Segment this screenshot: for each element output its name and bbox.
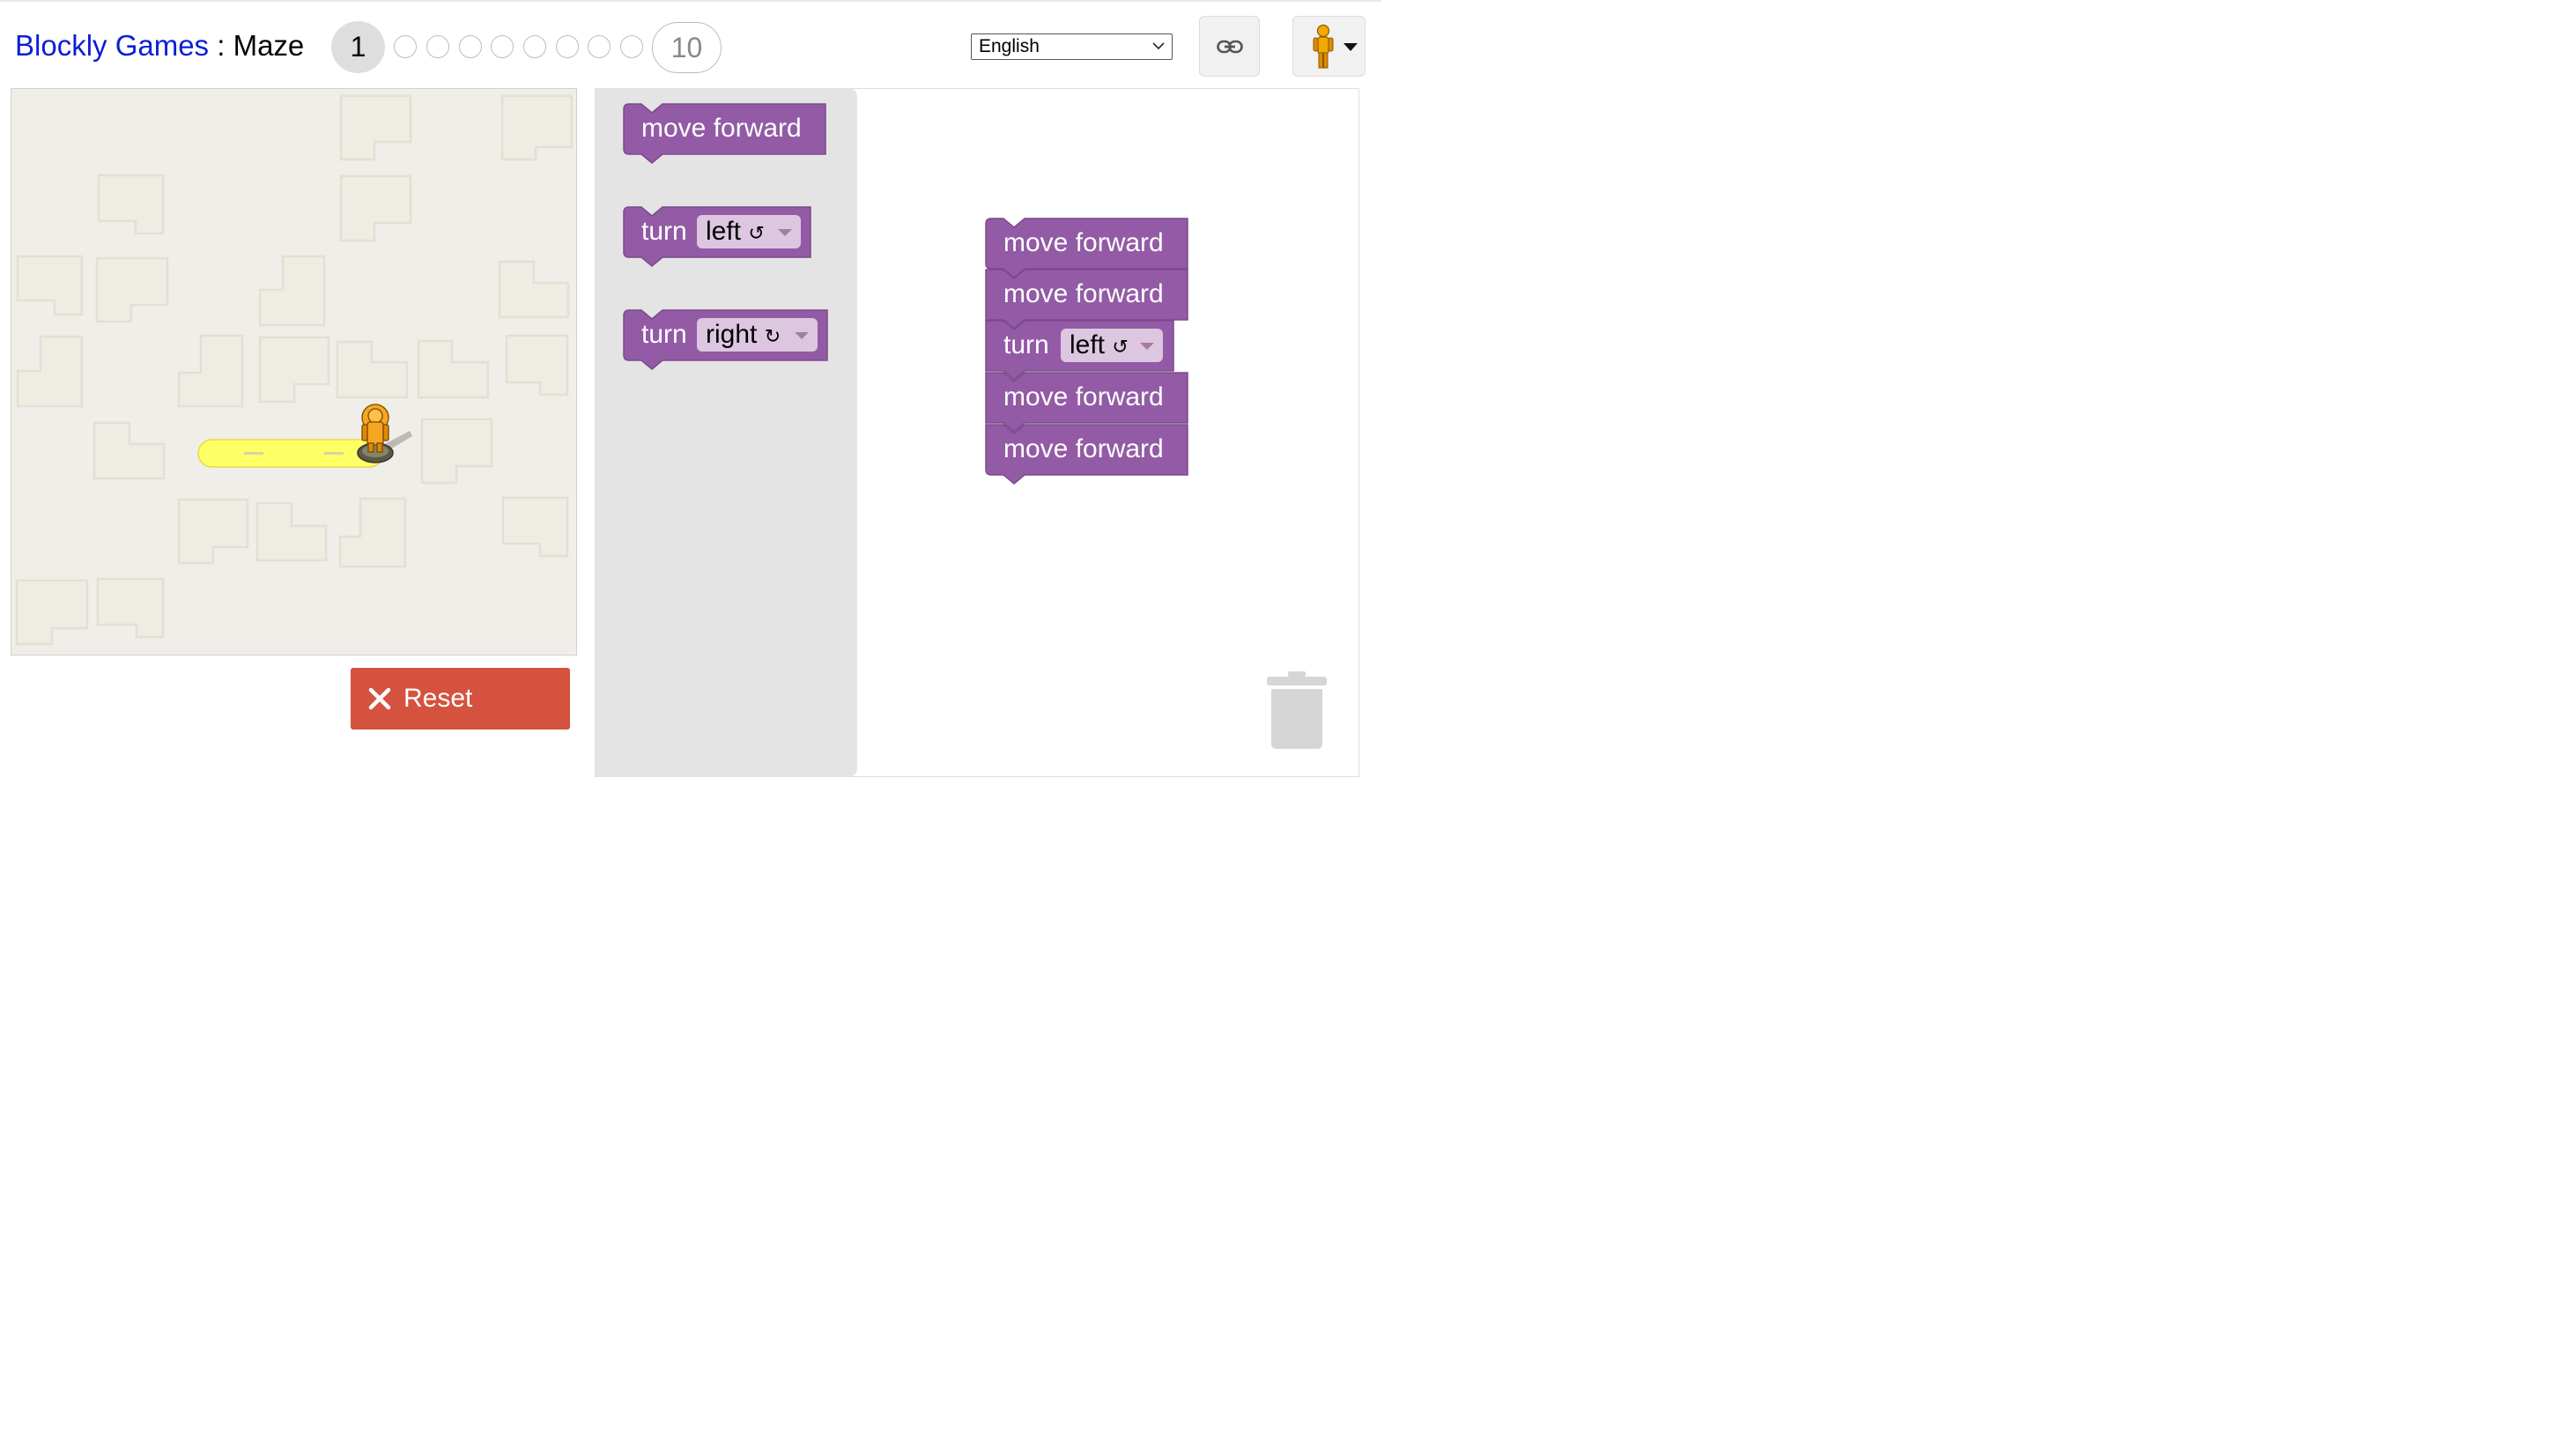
level-3-button[interactable]	[426, 35, 449, 58]
program-block[interactable]: turn left ↺	[985, 320, 1174, 381]
block-label: turn	[1003, 330, 1049, 359]
level-1-button[interactable]: 1	[331, 21, 385, 73]
blockly-toolbox	[595, 88, 857, 777]
level-10-label: 10	[670, 31, 703, 63]
level-4-button[interactable]	[459, 35, 482, 58]
level-10-button[interactable]: 10	[652, 22, 722, 73]
block-label: move forward	[1003, 434, 1164, 463]
program-block[interactable]: move forward	[985, 269, 1188, 330]
close-icon	[368, 687, 391, 710]
toolbox-move-forward-block[interactable]: move forward	[623, 103, 826, 164]
pegman-icon	[1313, 24, 1334, 69]
direction-value: left	[706, 217, 742, 246]
dropdown-arrow-icon	[778, 229, 792, 236]
level-9-button[interactable]	[620, 35, 643, 58]
caret-down-icon	[1344, 43, 1358, 51]
language-value: English	[979, 36, 1040, 56]
level-1-label: 1	[350, 31, 366, 63]
reset-label: Reset	[403, 684, 473, 713]
rotate-left-icon: ↺	[1112, 336, 1129, 358]
dropdown-arrow-icon	[1140, 343, 1154, 350]
rotate-left-icon: ↺	[748, 222, 765, 244]
toolbox-turn-left-block[interactable]: turn left ↺	[623, 206, 811, 267]
level-7-button[interactable]	[556, 35, 579, 58]
page-title: Blockly Games : Maze	[15, 28, 304, 63]
level-5-button[interactable]	[491, 35, 514, 58]
language-select[interactable]: English	[971, 33, 1173, 60]
avatar-select-button[interactable]	[1292, 16, 1366, 77]
program-block[interactable]: move forward	[985, 372, 1188, 433]
link-icon	[1216, 40, 1243, 53]
block-label: move forward	[641, 114, 802, 143]
program-block[interactable]: move forward	[985, 218, 1188, 278]
block-label: turn	[641, 320, 687, 349]
block-label: move forward	[1003, 279, 1164, 308]
level-8-button[interactable]	[588, 35, 611, 58]
reset-button[interactable]: Reset	[351, 668, 570, 730]
block-label: move forward	[1003, 228, 1164, 257]
link-button[interactable]	[1199, 16, 1260, 77]
chevron-down-icon	[1152, 42, 1165, 50]
trash-icon[interactable]	[1265, 671, 1329, 751]
game-name: Maze	[233, 29, 305, 62]
toolbox-turn-right-block[interactable]: turn right ↻	[623, 309, 828, 370]
block-label: move forward	[1003, 382, 1164, 411]
maze-path	[197, 439, 384, 468]
maze-app: Blockly Games : Maze 1 10 English Reset …	[0, 0, 1381, 779]
dropdown-arrow-icon	[795, 332, 809, 339]
level-2-button[interactable]	[394, 35, 417, 58]
app-home-link[interactable]: Blockly Games	[15, 29, 209, 62]
direction-value: left	[1070, 330, 1106, 359]
maze-walls	[15, 94, 574, 646]
direction-value: right	[706, 320, 758, 349]
direction-dropdown[interactable]: left ↺	[1061, 329, 1163, 362]
direction-dropdown[interactable]: left ↺	[697, 215, 801, 248]
program-block[interactable]: move forward	[985, 424, 1188, 485]
level-6-button[interactable]	[523, 35, 546, 58]
block-label: turn	[641, 217, 687, 246]
rotate-right-icon: ↻	[764, 325, 781, 347]
direction-dropdown[interactable]: right ↻	[697, 318, 818, 352]
maze-display	[11, 88, 577, 656]
title-separator: :	[209, 29, 233, 62]
